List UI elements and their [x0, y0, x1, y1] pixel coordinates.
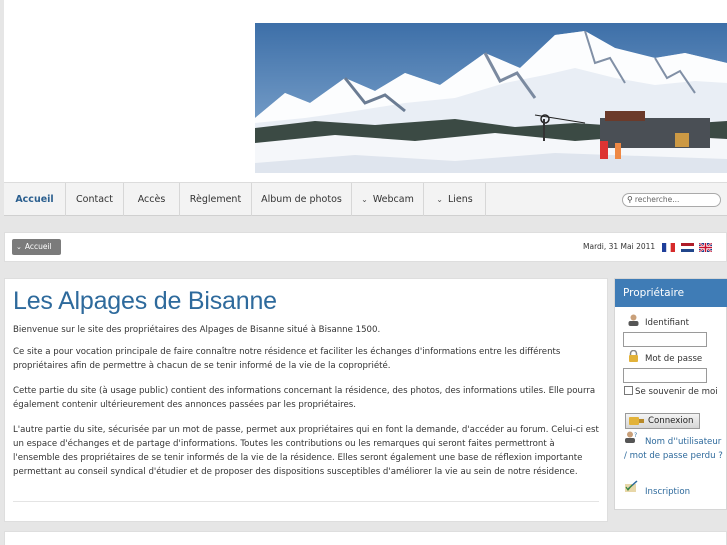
forgot-credentials-link[interactable]: Nom d''utilisateur / mot de passe perdu … [624, 435, 724, 463]
mountain-banner-image [255, 23, 727, 173]
user-icon [628, 314, 639, 326]
breadcrumb-home-button[interactable]: ⌄ Accueil [12, 239, 61, 255]
nav-item-acces[interactable]: Accès [124, 183, 180, 216]
register-link[interactable]: Inscription [645, 485, 690, 499]
search-icon: ⚲ [627, 195, 633, 204]
nav-item-album-photos[interactable]: Album de photos [252, 183, 352, 216]
nav-item-contact[interactable]: Contact [66, 183, 124, 216]
divider [13, 501, 599, 502]
nav-item-label: Accès [137, 194, 166, 205]
login-module: Propriétaire Identifiant Mot de passe Se… [614, 278, 727, 510]
main-content: Les Alpages de Bisanne Bienvenue sur le … [4, 278, 608, 522]
main-navigation: Accueil Contact Accès Règlement Album de… [4, 182, 727, 216]
uk-flag-icon[interactable] [699, 243, 712, 252]
lock-icon [629, 350, 638, 362]
breadcrumb: ⌄ Accueil Mardi, 31 Mai 2011 [4, 232, 727, 262]
login-button-label: Connexion [648, 416, 694, 426]
checkbox-icon[interactable] [624, 386, 633, 395]
login-module-title: Propriétaire [615, 279, 727, 307]
nav-item-webcam[interactable]: ⌄ Webcam [352, 183, 424, 216]
nav-item-accueil[interactable]: Accueil [4, 183, 66, 216]
key-icon [629, 417, 644, 425]
nav-item-reglement[interactable]: Règlement [180, 183, 252, 216]
nl-flag-icon[interactable] [681, 243, 694, 252]
username-field[interactable] [623, 332, 707, 347]
site-header [4, 0, 727, 182]
chevron-down-icon: ⌄ [361, 195, 368, 204]
login-button[interactable]: Connexion [625, 413, 700, 429]
bottom-panel [4, 531, 727, 545]
paragraph-private: L'autre partie du site, sécurisée par un… [13, 425, 599, 477]
nav-item-label: Règlement [189, 194, 242, 205]
fr-flag-icon[interactable] [662, 243, 675, 252]
search-placeholder: recherche... [634, 195, 680, 204]
search-input[interactable]: ⚲ recherche... [622, 193, 721, 207]
nav-item-liens[interactable]: ⌄ Liens [424, 183, 486, 216]
paragraph-public: Cette partie du site (à usage public) co… [13, 386, 596, 410]
remember-me-label: Se souvenir de moi [635, 387, 718, 397]
chevron-down-icon: ⌄ [16, 243, 22, 251]
nav-item-label: Contact [76, 194, 113, 205]
username-label: Identifiant [645, 318, 689, 328]
page-title: Les Alpages de Bisanne [13, 287, 277, 315]
password-label: Mot de passe [645, 354, 703, 364]
paragraph-welcome: Bienvenue sur le site des propriétaires … [13, 325, 381, 335]
chevron-down-icon: ⌄ [436, 195, 443, 204]
nav-item-label: Album de photos [261, 194, 342, 205]
paragraph-purpose: Ce site a pour vocation principale de fa… [13, 347, 561, 371]
breadcrumb-label: Accueil [24, 242, 52, 251]
current-date: Mardi, 31 Mai 2011 [583, 242, 656, 251]
nav-item-label: Accueil [15, 194, 54, 205]
password-field[interactable] [623, 368, 707, 383]
remember-me-checkbox[interactable]: Se souvenir de moi [624, 385, 724, 399]
nav-item-label: Webcam [372, 194, 414, 205]
register-icon [625, 480, 638, 492]
nav-item-label: Liens [447, 194, 473, 205]
